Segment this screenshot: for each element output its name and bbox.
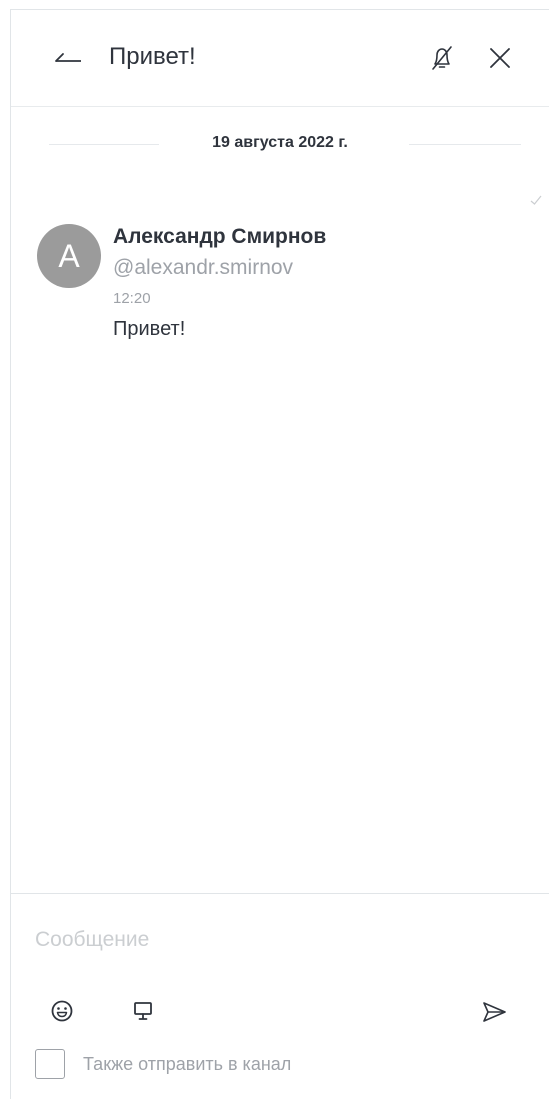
- bell-off-icon: [432, 46, 452, 70]
- author-username: @alexandr.smirnov: [113, 256, 294, 279]
- date-divider: 19 августа 2022 г.: [11, 132, 549, 158]
- message-time: 12:20: [113, 290, 151, 307]
- close-icon: [490, 48, 510, 68]
- divider-line-right: [409, 144, 521, 145]
- back-button[interactable]: [51, 44, 85, 74]
- screen-share-button[interactable]: [128, 996, 158, 1026]
- emoji-icon: [51, 1000, 73, 1022]
- emoji-button[interactable]: [47, 996, 77, 1026]
- monitor-icon: [134, 1002, 152, 1020]
- avatar[interactable]: A: [37, 224, 101, 288]
- also-send-label[interactable]: Также отправить в канал: [83, 1054, 291, 1075]
- thread-title: Привет!: [109, 43, 196, 70]
- message-input[interactable]: [35, 922, 525, 958]
- message-composer: Также отправить в канал: [11, 893, 549, 1100]
- arrow-back-icon: [55, 53, 81, 62]
- author-name[interactable]: Александр Смирнов: [113, 222, 513, 252]
- close-button[interactable]: [485, 43, 515, 73]
- thread-header: Привет!: [11, 10, 549, 107]
- also-send-checkbox[interactable]: [35, 1049, 65, 1079]
- date-label: 19 августа 2022 г.: [212, 134, 348, 151]
- check-icon: [530, 195, 542, 205]
- message-body: Александр Смирнов @alexandr.smirnov 12:2…: [113, 222, 513, 344]
- message-text: Привет!: [113, 318, 186, 340]
- send-button[interactable]: [479, 997, 509, 1027]
- mute-button[interactable]: [427, 43, 457, 73]
- send-icon: [483, 1002, 506, 1022]
- thread-panel: Привет! 19 августа 2022 г. A Александр С…: [10, 9, 549, 1099]
